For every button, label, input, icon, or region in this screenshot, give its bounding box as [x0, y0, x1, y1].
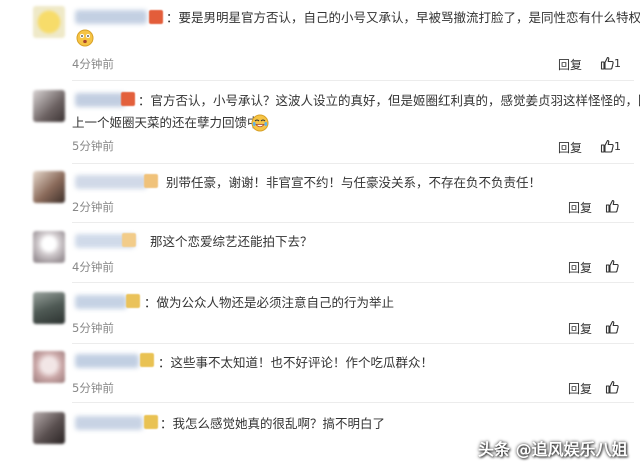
username[interactable]: [75, 416, 143, 430]
comment-text: ：做为公众人物还是必须注意自己的行为举止: [144, 295, 395, 310]
reply-button[interactable]: 回复: [568, 320, 592, 337]
comment-text: ：官方否认，小号承认？这波人设立的真好，但是姬圈红利真的，感觉姜贞羽这样怪怪的，…: [138, 93, 640, 108]
comment-time: 4分钟前: [72, 57, 114, 71]
reply-button[interactable]: 回复: [568, 199, 592, 216]
comment-time: 5分钟前: [72, 381, 114, 395]
thumbs-up-icon: [600, 139, 614, 153]
comment-list: ：要是男明星官方否认，自己的小号又承认，早被骂撤流打脸了，是同性恋有什么特权吗？…: [0, 0, 640, 472]
watermark: 头条 @追风娱乐八姐: [478, 440, 628, 459]
laughing-tears-emoji-icon: [251, 114, 269, 136]
username[interactable]: [75, 175, 147, 189]
divider: [72, 402, 634, 403]
like-button[interactable]: 1: [600, 56, 621, 70]
username[interactable]: [75, 10, 147, 24]
like-button[interactable]: [605, 320, 619, 334]
avatar[interactable]: [33, 90, 65, 122]
like-count: 1: [614, 140, 621, 153]
avatar[interactable]: [33, 6, 65, 38]
like-button[interactable]: [605, 259, 619, 273]
comment-text-line2: 上一个姬圈天菜的还在孽力回馈中: [72, 115, 260, 130]
thumbs-up-icon: [605, 199, 619, 213]
comment-text: ：这些事不太知道！也不好评论！作个吃瓜群众！: [158, 355, 434, 370]
shocked-face-emoji-icon: [76, 29, 94, 51]
vip-crown-icon: [144, 415, 158, 429]
comment-text: ：我怎么感觉她真的很乱啊？搞不明白了: [160, 416, 386, 431]
comment-text: 那这个恋爱综艺还能拍下去？: [150, 234, 313, 249]
reply-button[interactable]: 回复: [558, 139, 582, 156]
username[interactable]: [75, 295, 127, 309]
comment-time: 4分钟前: [72, 260, 114, 274]
comment-text: ：要是男明星官方否认，自己的小号又承认，早被骂撤流打脸了，是同性恋有什么特权吗？: [166, 10, 640, 25]
divider: [72, 343, 634, 344]
thumbs-up-icon: [600, 56, 614, 70]
comment-text: 别带任豪，谢谢！非官宣不约！与任豪没关系，不存在负不负责任！: [166, 175, 542, 190]
reply-button[interactable]: 回复: [568, 259, 592, 276]
reply-button[interactable]: 回复: [568, 380, 592, 397]
vip-crown-icon: [140, 353, 154, 367]
avatar[interactable]: [33, 351, 65, 383]
divider: [72, 163, 634, 164]
like-button[interactable]: [605, 199, 619, 213]
thumbs-up-icon: [605, 259, 619, 273]
user-badge-icon: [121, 92, 135, 106]
divider: [72, 222, 634, 223]
user-badge-icon: [149, 10, 163, 24]
comment-time: 5分钟前: [72, 139, 114, 153]
avatar[interactable]: [33, 292, 65, 324]
user-badge-icon: [122, 233, 136, 247]
thumbs-up-icon: [605, 320, 619, 334]
vip-crown-icon: [126, 294, 140, 308]
like-button[interactable]: 1: [600, 139, 621, 153]
reply-button[interactable]: 回复: [558, 56, 582, 73]
comment-time: 5分钟前: [72, 321, 114, 335]
comment-time: 2分钟前: [72, 200, 114, 214]
user-badge-icon: [144, 174, 158, 188]
avatar[interactable]: [33, 231, 65, 263]
avatar[interactable]: [33, 412, 65, 444]
username[interactable]: [75, 354, 139, 368]
like-button[interactable]: [605, 380, 619, 394]
thumbs-up-icon: [605, 380, 619, 394]
divider: [72, 282, 634, 283]
divider: [72, 80, 634, 81]
avatar[interactable]: [33, 171, 65, 203]
like-count: 1: [614, 57, 621, 70]
username[interactable]: [75, 93, 125, 107]
